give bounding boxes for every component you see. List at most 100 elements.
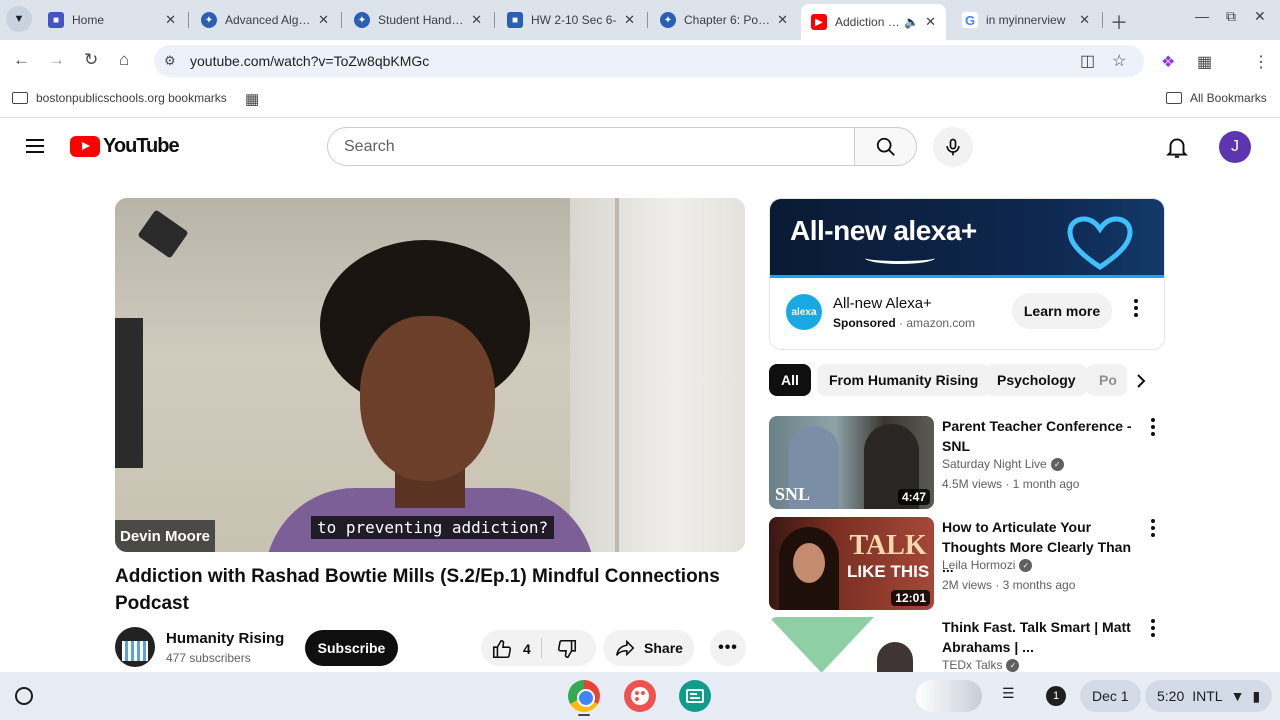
ad-domain: amazon.com bbox=[906, 316, 976, 330]
date-label: Dec 1 bbox=[1092, 688, 1129, 704]
home-icon[interactable]: ⌂ bbox=[119, 50, 129, 70]
recommendation-title[interactable]: Parent Teacher Conference - SNL bbox=[942, 416, 1142, 456]
kebab-menu-icon[interactable]: ⋮ bbox=[1253, 52, 1269, 72]
status-tray[interactable]: 5:20 INTL ▼ ▮ bbox=[1145, 680, 1273, 712]
like-button[interactable]: 4 bbox=[491, 638, 531, 660]
channel-label: Saturday Night Live bbox=[942, 457, 1047, 471]
tab-student-handbook[interactable]: ✦ Student Handbook ✕ bbox=[344, 4, 492, 36]
sponsored-ad-card[interactable]: All-new alexa+ alexa All-new Alexa+ Spon… bbox=[769, 198, 1165, 350]
share-button[interactable]: Share bbox=[603, 630, 694, 666]
dislike-button[interactable] bbox=[556, 638, 578, 665]
channel-label: Leila Hormozi bbox=[942, 558, 1016, 572]
canvas-app-icon[interactable] bbox=[624, 680, 656, 712]
running-indicator bbox=[578, 714, 590, 716]
holding-space-thumbnails[interactable] bbox=[916, 680, 982, 712]
youtube-logo[interactable]: YouTube bbox=[70, 135, 180, 158]
minimize-icon[interactable]: — bbox=[1195, 8, 1209, 24]
search-input[interactable]: Search bbox=[327, 127, 855, 166]
playlist-icon[interactable]: ☰ bbox=[1002, 685, 1015, 702]
recommendation-title[interactable]: Think Fast. Talk Smart | Matt Abrahams |… bbox=[942, 617, 1142, 657]
forward-arrow-icon[interactable]: → bbox=[48, 50, 65, 70]
menu-icon[interactable] bbox=[26, 139, 44, 153]
extension-puzzle-color-icon[interactable]: ❖ bbox=[1161, 52, 1175, 72]
kebab-menu-icon[interactable] bbox=[1134, 299, 1138, 322]
search-button[interactable] bbox=[855, 127, 917, 166]
speaker-icon[interactable]: 🔈 bbox=[904, 15, 919, 29]
close-icon[interactable]: ✕ bbox=[165, 12, 176, 28]
back-arrow-icon[interactable]: ← bbox=[13, 50, 30, 70]
close-icon[interactable]: ✕ bbox=[318, 12, 329, 28]
bookmarks-bar: bostonpublicschools.org bookmarks ▦ All … bbox=[0, 82, 1280, 118]
video-thumbnail[interactable]: TALK LIKE THIS 12:01 bbox=[769, 517, 934, 610]
tab-hw-2-10[interactable]: ■ HW 2-10 Sec 6- ✕ bbox=[497, 4, 645, 36]
site-info-icon[interactable]: ⚙ bbox=[164, 53, 176, 69]
close-icon[interactable]: ✕ bbox=[1079, 12, 1090, 28]
chip-partial[interactable]: Po bbox=[1087, 364, 1127, 396]
recommendation-item[interactable]: SNL 4:47 Parent Teacher Conference - SNL… bbox=[769, 416, 1169, 510]
tab-home[interactable]: ■ Home ✕ bbox=[38, 4, 186, 36]
browser-toolbar: ← → ↻ ⌂ ⚙ youtube.com/watch?v=ToZw8qbKMG… bbox=[0, 40, 1280, 82]
close-icon[interactable]: ✕ bbox=[471, 12, 482, 28]
bell-icon bbox=[1165, 138, 1189, 158]
tab-separator bbox=[494, 12, 495, 28]
bookmark-folder-bps[interactable]: bostonpublicschools.org bookmarks bbox=[12, 91, 227, 105]
tab-chapter-6[interactable]: ✦ Chapter 6: Polynomials ✕ bbox=[650, 4, 798, 36]
search-icon bbox=[876, 137, 895, 156]
account-avatar[interactable]: J bbox=[1219, 131, 1251, 163]
chip-psychology[interactable]: Psychology bbox=[985, 364, 1088, 396]
ad-title[interactable]: All-new Alexa+ bbox=[833, 295, 932, 312]
video-thumbnail[interactable] bbox=[769, 617, 934, 672]
launcher-icon[interactable] bbox=[15, 687, 33, 705]
apps-grid-icon[interactable]: ▦ bbox=[245, 90, 259, 108]
chrome-app-icon[interactable] bbox=[568, 680, 600, 712]
tab-advanced-algebra[interactable]: ✦ Advanced Algebra ✕ bbox=[191, 4, 339, 36]
channel-name[interactable]: Humanity Rising bbox=[166, 630, 284, 647]
video-thumbnail[interactable]: SNL 4:47 bbox=[769, 416, 934, 509]
extensions-icon[interactable]: ▦ bbox=[1197, 52, 1212, 72]
thumbnail-figure bbox=[877, 642, 913, 672]
classroom-app-icon[interactable] bbox=[679, 680, 711, 712]
recommendation-item[interactable]: Think Fast. Talk Smart | Matt Abrahams |… bbox=[769, 617, 1169, 672]
folder-icon bbox=[12, 92, 28, 104]
video-player[interactable]: Devin Moore to preventing addiction? bbox=[115, 198, 745, 552]
voice-search-button[interactable] bbox=[933, 127, 973, 167]
amazon-smile-icon bbox=[865, 252, 935, 264]
close-icon[interactable]: ✕ bbox=[777, 12, 788, 28]
notification-count[interactable]: 1 bbox=[1046, 686, 1066, 706]
date-pill[interactable]: Dec 1 bbox=[1080, 680, 1141, 712]
kebab-menu-icon[interactable] bbox=[1151, 619, 1155, 642]
recommendation-item[interactable]: TALK LIKE THIS 12:01 How to Articulate Y… bbox=[769, 517, 1169, 611]
notifications-button[interactable] bbox=[1164, 134, 1190, 165]
restore-icon[interactable]: ⧉ bbox=[1226, 8, 1236, 25]
recommendation-channel[interactable]: Leila Hormozi ✓ bbox=[942, 558, 1033, 572]
recommendation-channel[interactable]: Saturday Night Live ✓ bbox=[942, 457, 1064, 471]
close-icon[interactable]: ✕ bbox=[925, 14, 936, 30]
reload-icon[interactable]: ↻ bbox=[84, 50, 98, 70]
all-bookmarks-button[interactable]: All Bookmarks bbox=[1166, 91, 1267, 105]
channel-avatar[interactable] bbox=[115, 627, 155, 667]
tab-youtube-active[interactable]: ▶ Addiction with Rashad 🔈 ✕ bbox=[801, 4, 946, 40]
recommendation-stats: 2M views · 3 months ago bbox=[942, 578, 1076, 592]
like-count: 4 bbox=[523, 641, 531, 657]
more-horizontal-icon: ••• bbox=[718, 639, 738, 656]
new-tab-button[interactable]: ＋ bbox=[1110, 9, 1128, 35]
close-icon[interactable]: ✕ bbox=[624, 12, 635, 28]
install-app-icon[interactable]: ◫ bbox=[1080, 51, 1095, 71]
tab-separator bbox=[647, 12, 648, 28]
recommendation-channel[interactable]: TEDx Talks ✓ bbox=[942, 658, 1020, 672]
tab-google-search[interactable]: G in myinnerview ✕ bbox=[952, 4, 1100, 36]
chips-next-button[interactable] bbox=[1128, 368, 1154, 394]
learn-more-button[interactable]: Learn more bbox=[1012, 293, 1112, 329]
kebab-menu-icon[interactable] bbox=[1151, 519, 1155, 542]
kebab-menu-icon[interactable] bbox=[1151, 418, 1155, 441]
chip-from-humanity-rising[interactable]: From Humanity Rising bbox=[817, 364, 991, 396]
tab-search-button[interactable]: ▼ bbox=[6, 6, 32, 32]
close-window-icon[interactable]: ✕ bbox=[1254, 8, 1266, 25]
address-bar[interactable]: ⚙ youtube.com/watch?v=ToZw8qbKMGc ◫ ☆ bbox=[154, 45, 1144, 77]
ad-banner[interactable]: All-new alexa+ bbox=[770, 199, 1164, 278]
chip-all[interactable]: All bbox=[769, 364, 811, 396]
bookmark-star-icon[interactable]: ☆ bbox=[1112, 51, 1126, 71]
subscribe-button[interactable]: Subscribe bbox=[305, 630, 398, 666]
url-text[interactable]: youtube.com/watch?v=ToZw8qbKMGc bbox=[190, 53, 429, 69]
more-actions-button[interactable]: ••• bbox=[710, 630, 746, 666]
